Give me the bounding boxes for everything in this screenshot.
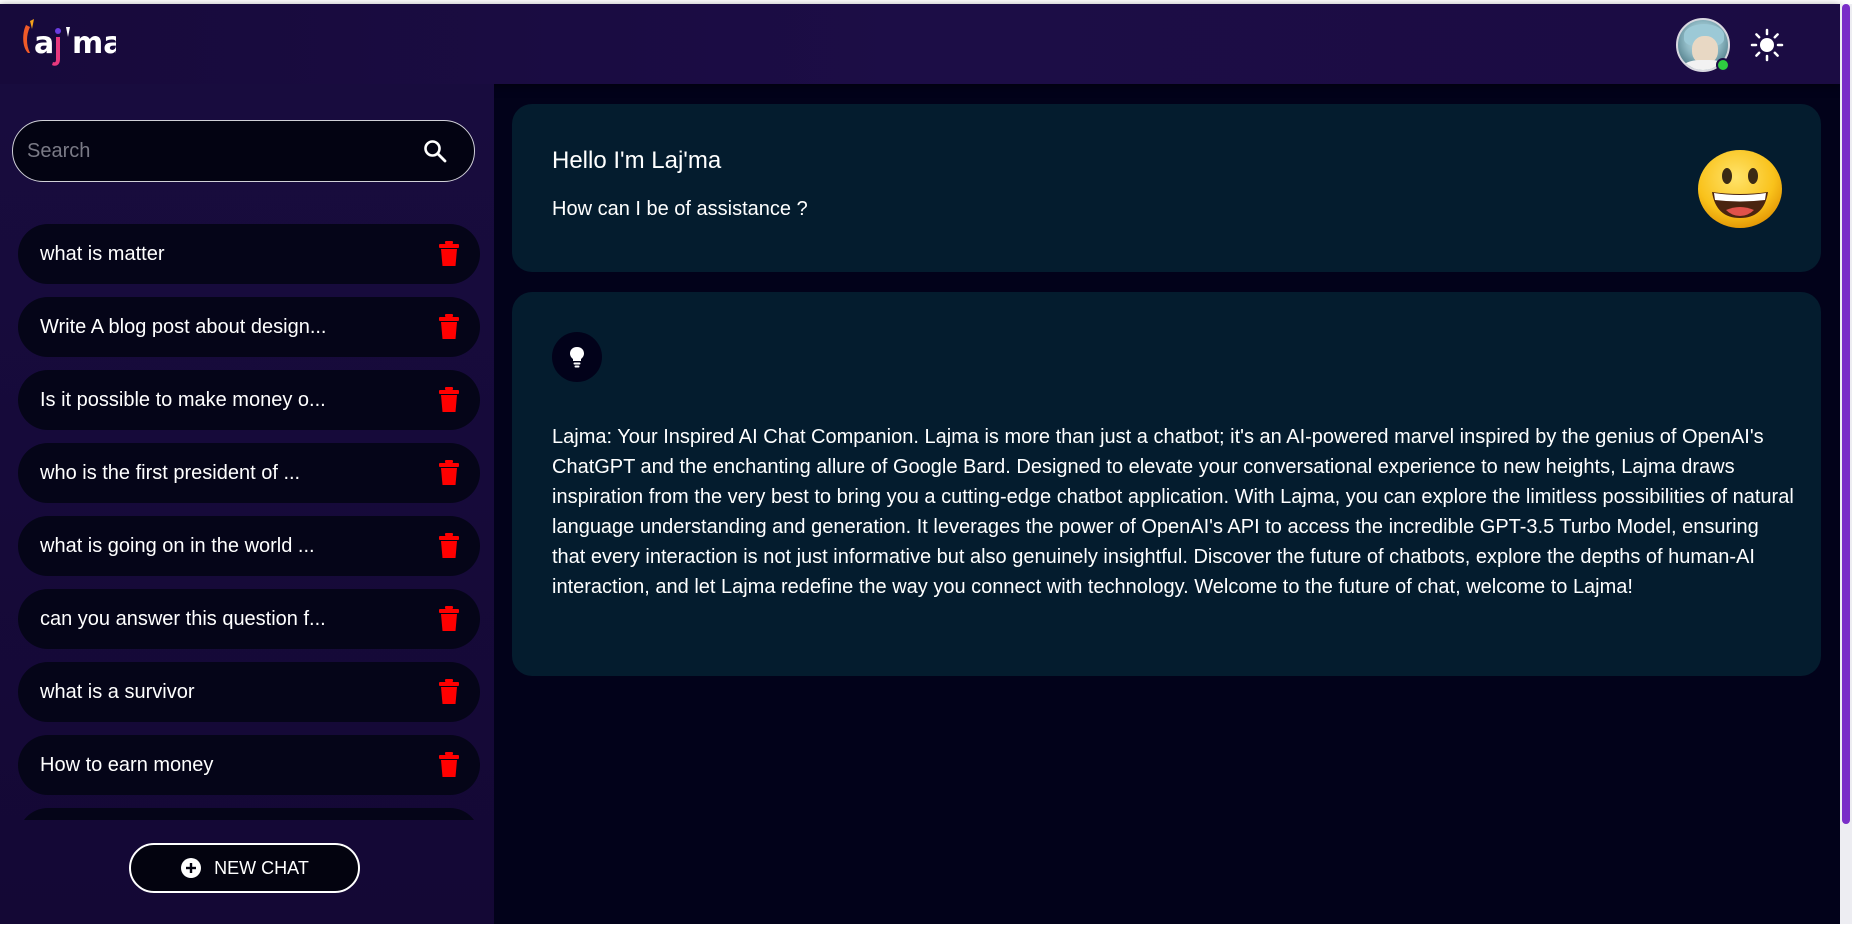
greeting-subtitle: How can I be of assistance ? — [552, 198, 808, 220]
svg-text:ma: ma — [72, 26, 116, 61]
delete-trash-icon[interactable] — [438, 679, 460, 705]
about-text: Lajma: Your Inspired AI Chat Companion. … — [552, 426, 1794, 598]
lightbulb-badge — [552, 332, 602, 382]
search-icon[interactable] — [422, 138, 448, 164]
search-box — [12, 120, 475, 182]
chat-item-label: what is a survivor — [40, 680, 195, 703]
delete-trash-icon[interactable] — [438, 606, 460, 632]
chat-history-item[interactable]: what is a survivor — [18, 662, 480, 722]
chat-history-list[interactable]: what is matter Write A blog post about d… — [18, 224, 480, 820]
delete-trash-icon[interactable] — [438, 241, 460, 267]
new-chat-button[interactable]: NEW CHAT — [129, 843, 360, 893]
theme-toggle-button[interactable] — [1750, 28, 1784, 62]
plus-circle-icon — [181, 858, 202, 878]
chat-item-label: Is it possible to make money o... — [40, 388, 326, 411]
greeting-card: Hello I'm Laj'ma How can I be of assista… — [512, 104, 1821, 272]
chat-history-item[interactable]: who is the first president of ... — [18, 443, 480, 503]
app-logo[interactable]: a ma — [20, 16, 116, 72]
new-chat-label: NEW CHAT — [214, 857, 309, 878]
sun-icon — [1750, 28, 1784, 62]
delete-trash-icon[interactable] — [438, 533, 460, 559]
delete-trash-icon[interactable] — [438, 460, 460, 486]
chat-history-item[interactable]: How to earn money — [18, 735, 480, 795]
app-window: a ma Search what is matter Write A blog … — [0, 4, 1840, 924]
chat-item-label: who is the first president of ... — [40, 461, 301, 484]
page-scrollbar[interactable] — [1840, 4, 1852, 924]
delete-trash-icon[interactable] — [438, 314, 460, 340]
search-input[interactable] — [27, 139, 422, 163]
chat-history-item[interactable]: can you answer this question f... — [18, 589, 480, 649]
greeting-title: Hello I'm Laj'ma — [552, 147, 722, 174]
chat-item-label: How to earn money — [40, 753, 214, 776]
chat-history-item[interactable]: Write A blog post about design... — [18, 297, 480, 357]
chat-history-item[interactable]: what is going on in the world ... — [18, 516, 480, 576]
top-bar: a ma — [0, 4, 1840, 84]
svg-text:a: a — [34, 26, 54, 61]
chat-item-label: what is going on in the world ... — [40, 534, 315, 557]
about-card: Lajma: Your Inspired AI Chat Companion. … — [512, 292, 1821, 676]
online-status-dot — [1716, 58, 1730, 72]
chat-history-item-partial[interactable] — [18, 808, 480, 820]
logo-mark: a ma — [23, 19, 116, 66]
chat-item-label: Write A blog post about design... — [40, 315, 327, 338]
grinning-face-emoji-icon — [1698, 150, 1782, 228]
lightbulb-icon — [570, 347, 584, 368]
scrollbar-thumb[interactable] — [1842, 4, 1850, 824]
delete-trash-icon[interactable] — [438, 752, 460, 778]
delete-trash-icon[interactable] — [438, 387, 460, 413]
chat-item-label: what is matter — [40, 242, 165, 265]
sidebar: what is matter Write A blog post about d… — [0, 84, 494, 924]
chat-history-item[interactable]: Is it possible to make money o... — [18, 370, 480, 430]
chat-item-label: can you answer this question f... — [40, 607, 326, 630]
chat-history-item[interactable]: what is matter — [18, 224, 480, 284]
